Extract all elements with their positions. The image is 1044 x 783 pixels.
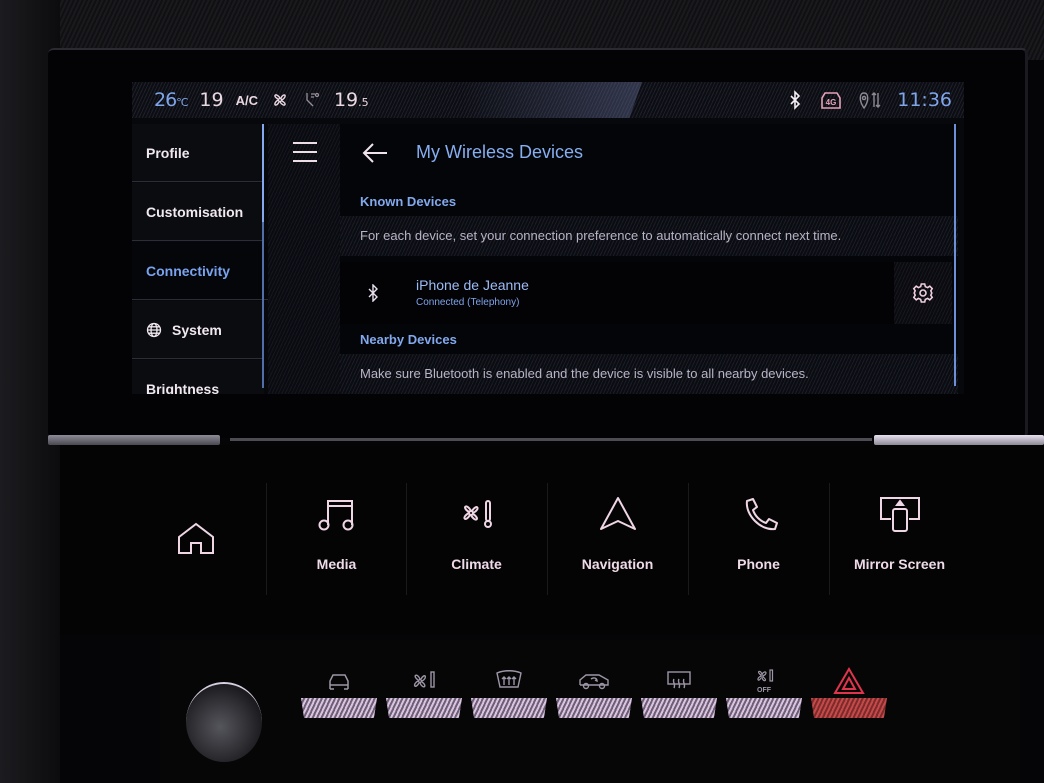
- music-note-icon: [318, 500, 353, 531]
- key-pad: [386, 698, 462, 718]
- hw-key-car-front[interactable]: [298, 665, 380, 721]
- passenger-temperature[interactable]: 19.5: [334, 89, 369, 111]
- media-label: Media: [316, 556, 357, 572]
- network-4g-icon: 4G: [821, 92, 842, 109]
- chrome-trim-right: [874, 435, 1044, 445]
- sidebar-item-label: Connectivity: [146, 262, 231, 279]
- svg-text:OFF: OFF: [757, 687, 772, 694]
- nearby-devices-heading: Nearby Devices: [360, 332, 457, 347]
- fan-icon[interactable]: [270, 90, 290, 110]
- seat-airflow-icon[interactable]: [302, 90, 322, 110]
- phone-icon: [745, 498, 778, 531]
- rear-defrost-icon: [667, 671, 691, 689]
- phone-label: Phone: [737, 556, 780, 572]
- sidebar-scrollbar-thumb[interactable]: [262, 124, 264, 222]
- bluetooth-connected-icon: [368, 284, 378, 302]
- hw-key-hazard[interactable]: [808, 665, 890, 721]
- climate-button[interactable]: Climate: [406, 483, 546, 595]
- clock: 11:36: [897, 89, 952, 111]
- hw-key-rear-defrost[interactable]: [638, 665, 720, 721]
- svg-text:4G: 4G: [826, 98, 837, 107]
- key-pad: [811, 698, 887, 718]
- hw-key-recirculation[interactable]: [553, 665, 635, 721]
- front-defrost-icon: [496, 670, 522, 688]
- location-data-icon: [859, 92, 881, 110]
- chrome-trim-middle: [230, 438, 872, 441]
- fan-thermometer-icon: [462, 500, 492, 528]
- sidebar-item-profile[interactable]: Profile: [132, 124, 264, 182]
- wireless-devices-panel: My Wireless Devices Known Devices For ea…: [340, 124, 958, 394]
- ac-toggle[interactable]: A/C: [236, 93, 258, 108]
- device-settings-button[interactable]: [894, 262, 952, 324]
- home-icon: [178, 522, 214, 554]
- sidebar-item-label: Profile: [146, 144, 190, 161]
- settings-sidebar: Profile Customisation Connectivity Syste…: [132, 124, 270, 394]
- hazard-icon: [833, 667, 865, 694]
- infotainment-screen: 26°C 19 A/C 19.5 4G 11:36 Profile Custom…: [132, 82, 964, 394]
- page-title: My Wireless Devices: [416, 142, 584, 162]
- globe-icon: [146, 322, 162, 337]
- mirror-screen-icon: [879, 497, 920, 532]
- navigation-label: Navigation: [581, 556, 654, 572]
- navigation-button[interactable]: Navigation: [547, 483, 687, 595]
- sidebar-item-label: Customisation: [146, 203, 244, 220]
- sidebar-item-brightness[interactable]: Brightness: [132, 360, 264, 394]
- content-scrollbar[interactable]: [954, 124, 956, 386]
- known-devices-info: For each device, set your connection pre…: [340, 216, 958, 256]
- hw-key-front-defrost[interactable]: [468, 665, 550, 721]
- key-pad: [726, 698, 802, 718]
- climate-off-icon: OFF: [757, 669, 774, 694]
- sidebar-item-customisation[interactable]: Customisation: [132, 183, 264, 241]
- key-pad: [641, 698, 717, 718]
- sidebar-scrollbar[interactable]: [262, 124, 264, 388]
- key-pad: [471, 698, 547, 718]
- climate-icon: [413, 671, 435, 688]
- hamburger-menu-icon[interactable]: [292, 140, 318, 164]
- hw-key-climate[interactable]: [383, 665, 465, 721]
- phone-button[interactable]: Phone: [688, 483, 828, 595]
- car-front-icon: [329, 674, 349, 690]
- chrome-trim-left: [48, 435, 220, 445]
- device-list-item[interactable]: iPhone de Jeanne Connected (Telephony): [340, 262, 894, 324]
- device-status: Connected (Telephony): [416, 297, 520, 308]
- nearby-devices-description: Make sure Bluetooth is enabled and the d…: [360, 366, 809, 381]
- menu-column: [268, 124, 340, 394]
- recirculation-icon: [579, 674, 609, 690]
- key-pad: [556, 698, 632, 718]
- sidebar-item-connectivity[interactable]: Connectivity: [132, 242, 270, 300]
- chrome-trim: [48, 435, 1044, 445]
- device-name: iPhone de Jeanne: [416, 277, 529, 293]
- sidebar-item-system[interactable]: System: [132, 301, 264, 359]
- hw-key-climate-off[interactable]: OFF: [723, 665, 805, 721]
- exterior-temperature: 26°C: [154, 89, 188, 111]
- sidebar-item-label: System: [172, 321, 222, 338]
- key-pad: [301, 698, 377, 718]
- home-button[interactable]: [160, 505, 232, 567]
- driver-temperature[interactable]: 19: [199, 89, 223, 111]
- status-bar: 26°C 19 A/C 19.5 4G 11:36: [132, 82, 964, 118]
- gear-icon: [912, 283, 934, 303]
- media-button[interactable]: Media: [266, 483, 406, 595]
- known-devices-heading: Known Devices: [360, 194, 457, 209]
- back-arrow-icon[interactable]: [360, 138, 390, 168]
- mirror-screen-label: Mirror Screen: [853, 556, 946, 572]
- navigation-arrow-icon: [599, 497, 636, 530]
- known-devices-description: For each device, set your connection pre…: [360, 228, 842, 243]
- volume-knob[interactable]: [186, 682, 262, 762]
- bluetooth-icon: [790, 90, 801, 110]
- mirror-screen-button[interactable]: Mirror Screen: [829, 483, 969, 595]
- nearby-devices-info: Make sure Bluetooth is enabled and the d…: [340, 354, 958, 394]
- climate-label: Climate: [451, 556, 502, 572]
- sidebar-item-label: Brightness: [146, 381, 220, 394]
